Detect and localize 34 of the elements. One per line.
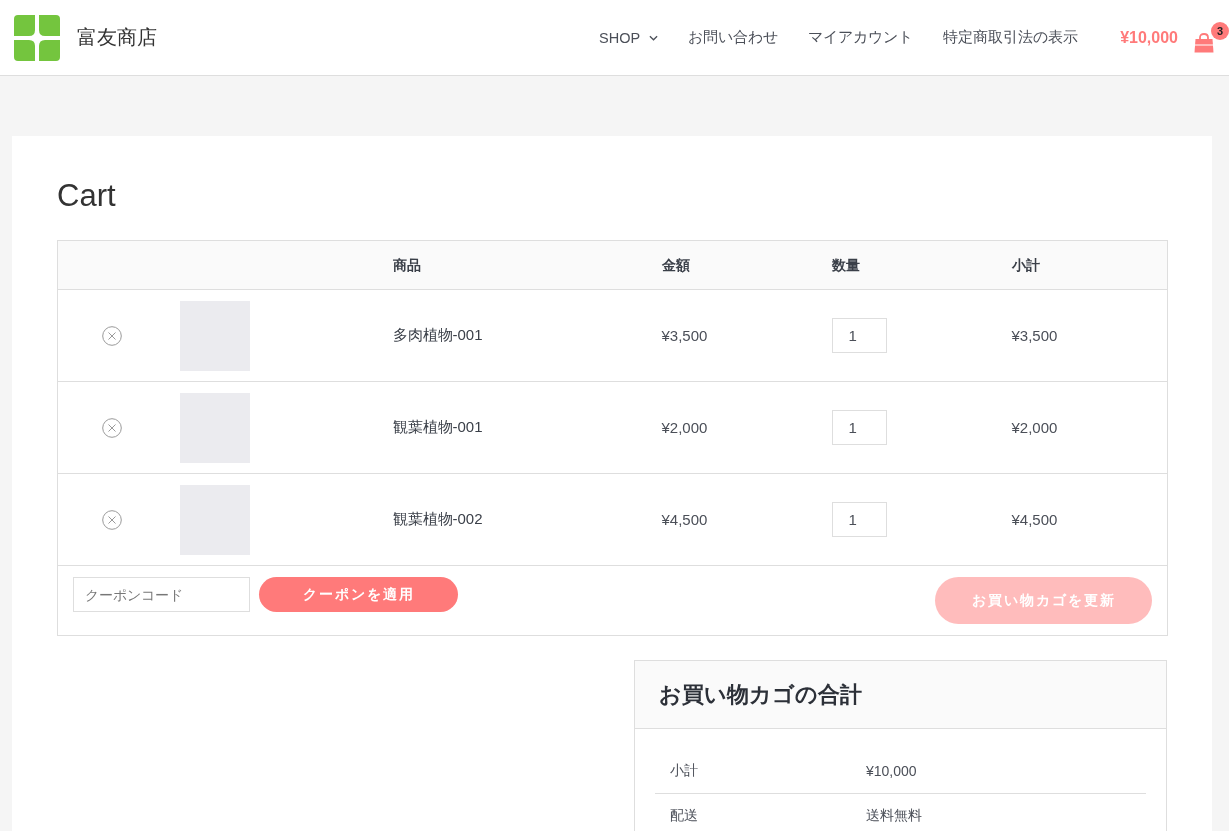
product-name-link[interactable]: 観葉植物-001 xyxy=(392,418,483,435)
totals-value: 送料無料 xyxy=(866,807,922,825)
totals-label: 配送 xyxy=(670,807,699,825)
product-name-link[interactable]: 多肉植物-001 xyxy=(392,326,483,343)
totals-value: ¥10,000 xyxy=(866,763,917,779)
quantity-field[interactable]: 1 xyxy=(831,502,887,537)
column-header: 商品 xyxy=(392,256,421,273)
price-cell: ¥3,500 xyxy=(661,326,708,344)
totals-label: 小計 xyxy=(670,762,699,780)
nav-link[interactable]: 特定商取引法の表示 xyxy=(943,28,1079,47)
page-title: Cart xyxy=(57,177,117,215)
cart-count-badge: 3 xyxy=(1211,21,1229,40)
price-cell: ¥2,000 xyxy=(661,418,708,436)
cart-totals-title: お買い物カゴの合計 xyxy=(659,680,862,709)
nav-link[interactable]: お問い合わせ xyxy=(688,28,779,47)
subtotal-cell: ¥4,500 xyxy=(1011,510,1058,528)
remove-icon[interactable] xyxy=(101,509,122,530)
column-header: 小計 xyxy=(1011,256,1040,273)
nav-link[interactable]: マイアカウント xyxy=(808,28,914,47)
nav-link[interactable]: SHOP xyxy=(599,29,659,46)
subtotal-cell: ¥2,000 xyxy=(1011,418,1058,436)
remove-icon[interactable] xyxy=(101,417,122,438)
price-cell: ¥4,500 xyxy=(661,510,708,528)
quantity-field[interactable]: 1 xyxy=(831,410,887,445)
remove-icon[interactable] xyxy=(101,325,122,346)
logo-icon[interactable] xyxy=(14,14,60,61)
shopping-bag-icon[interactable] xyxy=(1194,32,1214,53)
quantity-field[interactable]: 1 xyxy=(831,318,887,353)
product-name-link[interactable]: 観葉植物-002 xyxy=(392,510,483,527)
column-header: 金額 xyxy=(661,256,690,273)
subtotal-cell: ¥3,500 xyxy=(1011,326,1058,344)
column-header: 数量 xyxy=(831,256,860,273)
coupon-code-field[interactable]: クーポンコード xyxy=(73,577,250,612)
site-title[interactable]: 富友商店 xyxy=(77,24,157,51)
